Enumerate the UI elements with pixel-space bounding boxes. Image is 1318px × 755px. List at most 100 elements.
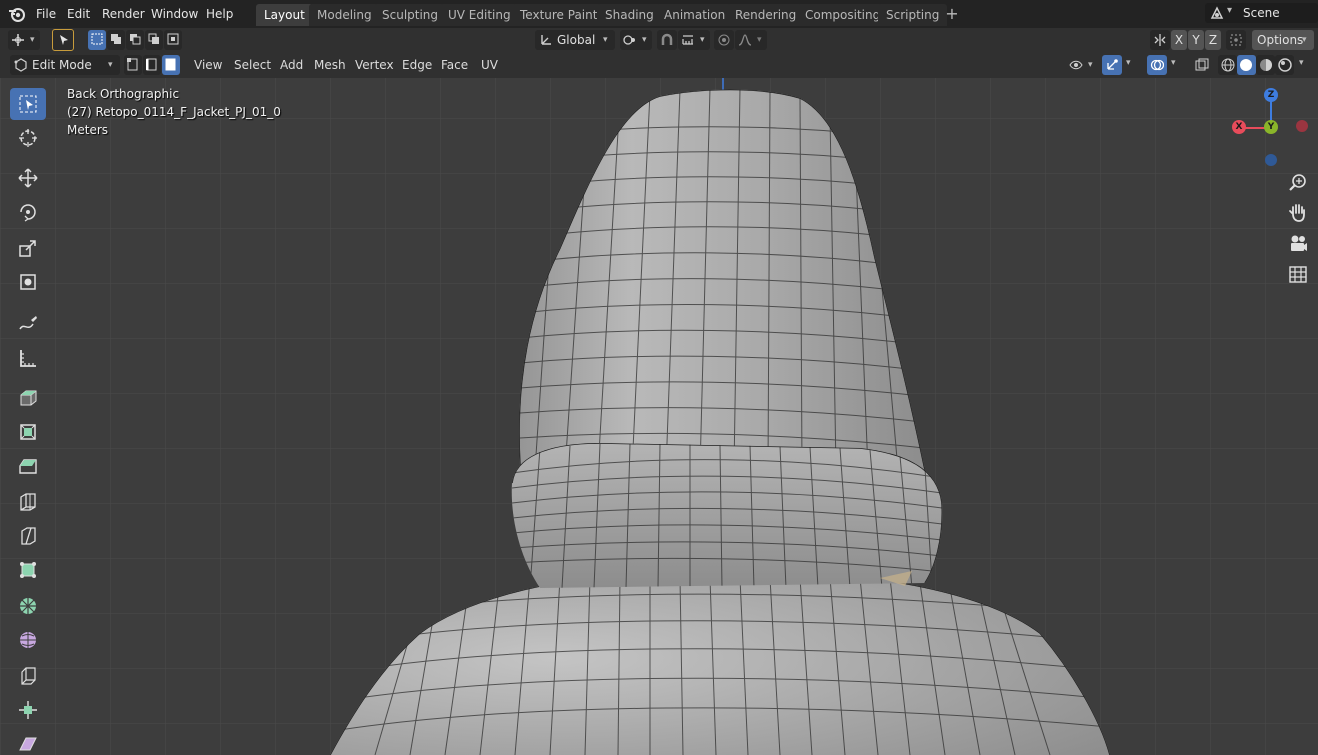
add-workspace-icon[interactable]: + <box>943 6 961 24</box>
shear-tool[interactable] <box>10 728 46 755</box>
blender-logo-icon[interactable] <box>8 5 26 23</box>
menu-help[interactable]: Help <box>206 6 233 22</box>
menu-render[interactable]: Render <box>102 6 145 22</box>
menu-vertex[interactable]: Vertex <box>349 55 400 75</box>
vertex-select-mode-button[interactable] <box>124 55 142 75</box>
auto-merge-toggle[interactable] <box>1226 30 1246 50</box>
shading-material-button[interactable] <box>1256 55 1275 75</box>
transform-tool[interactable] <box>10 266 46 298</box>
select-mode-new-button[interactable] <box>88 30 106 50</box>
shading-wireframe-button[interactable] <box>1218 55 1237 75</box>
tab-layout[interactable]: Layout <box>256 4 313 26</box>
tab-animation[interactable]: Animation <box>656 4 734 26</box>
scale-tool[interactable] <box>10 232 46 264</box>
menu-uv[interactable]: UV <box>475 55 504 75</box>
menu-file[interactable]: File <box>36 6 56 22</box>
chevron-down-icon[interactable]: ▾ <box>1299 58 1304 68</box>
tab-uv-editing[interactable]: UV Editing <box>440 4 519 26</box>
chevron-down-icon[interactable]: ▾ <box>1171 58 1176 68</box>
scene-name[interactable]: Scene <box>1243 6 1280 20</box>
tab-modeling[interactable]: Modeling <box>309 4 380 26</box>
mirror-toggle[interactable] <box>1150 30 1170 50</box>
mirror-z-toggle[interactable]: Z <box>1205 30 1221 50</box>
menu-add[interactable]: Add <box>274 55 309 75</box>
select-box-tool[interactable] <box>10 88 46 120</box>
zoom-view-button[interactable] <box>1285 170 1311 196</box>
poly-build-tool[interactable] <box>10 554 46 586</box>
rotate-tool[interactable] <box>10 196 46 228</box>
camera-view-button[interactable] <box>1285 231 1311 257</box>
navigation-gizmo[interactable]: Z X Y <box>1225 85 1315 170</box>
pan-view-button[interactable] <box>1285 200 1311 226</box>
add-cube-tool[interactable] <box>10 382 46 414</box>
measure-tool[interactable] <box>10 342 46 374</box>
inset-tool[interactable] <box>10 450 46 482</box>
edge-select-icon <box>146 58 157 71</box>
chevron-down-icon[interactable]: ▾ <box>1126 58 1131 68</box>
menu-edge[interactable]: Edge <box>396 55 438 75</box>
select-mode-intersect-button[interactable] <box>164 30 182 50</box>
annotate-tool[interactable] <box>10 308 46 340</box>
menu-select[interactable]: Select <box>228 55 277 75</box>
select-mode-invert-button[interactable] <box>145 30 163 50</box>
snap-toggle[interactable] <box>657 30 677 50</box>
select-mode-subtract-button[interactable] <box>126 30 144 50</box>
tool-settings-header: ▾ Global ▾ ▾ ▾ ▾ X Y Z Options ▾ <box>0 28 1318 52</box>
loop-cut-tool[interactable] <box>10 520 46 552</box>
gizmo-toggle[interactable] <box>1102 55 1122 75</box>
gizmo-x-axis[interactable]: X <box>1232 120 1246 134</box>
bevel-icon <box>20 493 36 511</box>
edge-slide-tool[interactable] <box>10 660 46 692</box>
spin-tool[interactable] <box>10 590 46 622</box>
menu-window[interactable]: Window <box>151 6 198 22</box>
toggle-perspective-button[interactable] <box>1285 261 1311 287</box>
proportional-edit-toggle[interactable] <box>714 30 734 50</box>
face-select-mode-button[interactable] <box>162 55 180 75</box>
xray-icon <box>1195 58 1209 71</box>
menu-edit[interactable]: Edit <box>67 6 90 22</box>
snap-target-dropdown[interactable]: ▾ <box>678 30 710 50</box>
mirror-x-toggle[interactable]: X <box>1171 30 1187 50</box>
edge-select-mode-button[interactable] <box>143 55 161 75</box>
xray-toggle[interactable] <box>1192 55 1212 75</box>
transform-pivot-dropdown[interactable]: ▾ <box>8 30 40 50</box>
select-mode-extend-button[interactable] <box>107 30 125 50</box>
tab-texture-paint[interactable]: Texture Paint <box>512 4 606 26</box>
proportional-falloff-dropdown[interactable]: ▾ <box>735 30 767 50</box>
menu-view[interactable]: View <box>188 55 228 75</box>
shrink-fatten-icon <box>19 701 37 719</box>
tab-compositing[interactable]: Compositing <box>797 4 889 26</box>
smooth-tool[interactable] <box>10 624 46 656</box>
shading-solid-button[interactable] <box>1237 55 1256 75</box>
mirror-y-toggle[interactable]: Y <box>1188 30 1204 50</box>
extrude-tool[interactable] <box>10 416 46 448</box>
cursor-tool[interactable] <box>10 122 46 154</box>
tab-shading[interactable]: Shading <box>597 4 662 26</box>
scene-selector[interactable]: ▾ Scene <box>1205 3 1318 23</box>
bevel-tool[interactable] <box>10 486 46 518</box>
active-tool-button[interactable] <box>52 29 74 51</box>
gizmo-z-axis[interactable]: Z <box>1264 88 1278 102</box>
menu-face[interactable]: Face <box>435 55 474 75</box>
mode-dropdown[interactable]: Edit Mode ▾ <box>10 55 120 75</box>
overlays-toggle[interactable] <box>1147 55 1167 75</box>
shading-rendered-button[interactable] <box>1275 55 1294 75</box>
gizmo-neg-x-axis[interactable] <box>1296 120 1308 132</box>
tab-sculpting[interactable]: Sculpting <box>374 4 447 26</box>
3d-viewport[interactable]: Back Orthographic (27) Retopo_0114_F_Jac… <box>0 78 1318 755</box>
viewport-scene <box>0 78 1318 755</box>
auto-merge-icon <box>1230 34 1242 46</box>
menu-mesh[interactable]: Mesh <box>308 55 352 75</box>
shrink-fatten-tool[interactable] <box>10 694 46 726</box>
move-tool[interactable] <box>10 162 46 194</box>
options-dropdown[interactable]: Options ▾ <box>1252 30 1314 50</box>
transform-orientation-dropdown[interactable]: Global ▾ <box>535 30 615 50</box>
gizmo-neg-z-axis[interactable] <box>1265 154 1277 166</box>
visibility-dropdown[interactable]: ▾ <box>1066 55 1098 75</box>
gizmo-y-axis[interactable]: Y <box>1264 120 1278 134</box>
wireframe-sphere-icon <box>1221 58 1235 72</box>
pivot-point-dropdown[interactable]: ▾ <box>620 30 652 50</box>
tab-rendering[interactable]: Rendering <box>727 4 805 26</box>
gizmo-icon <box>1107 59 1118 70</box>
tab-scripting[interactable]: Scripting <box>878 4 948 26</box>
